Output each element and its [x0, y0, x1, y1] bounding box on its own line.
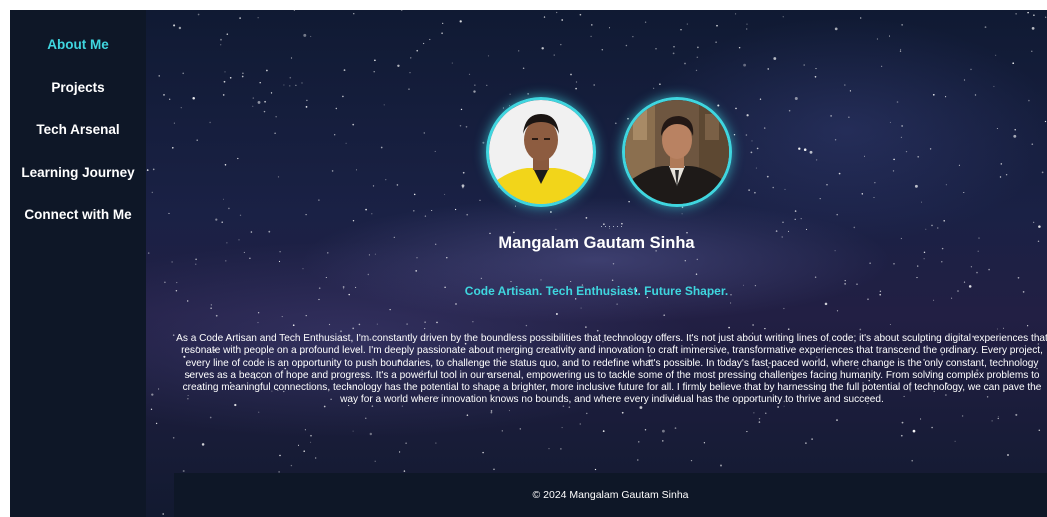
star-dots: [146, 10, 1047, 517]
decorative-dots: ······: [600, 221, 624, 231]
profile-bio: As a Code Artisan and Tech Enthusiast, I…: [176, 333, 1047, 406]
profile-photo-suit: [622, 97, 732, 207]
footer-copyright: © 2024 Mangalam Gautam Sinha: [532, 489, 689, 501]
nav-about-me[interactable]: About Me: [10, 37, 146, 52]
footer: © 2024 Mangalam Gautam Sinha: [174, 473, 1047, 517]
nav-connect-with-me[interactable]: Connect with Me: [10, 207, 146, 222]
nav-tech-arsenal[interactable]: Tech Arsenal: [10, 122, 146, 137]
nav-learning-journey[interactable]: Learning Journey: [10, 165, 146, 180]
profile-name: Mangalam Gautam Sinha: [498, 234, 695, 252]
profile-tagline: Code Artisan. Tech Enthusiast. Future Sh…: [464, 284, 729, 298]
sidebar: About Me Projects Tech Arsenal Learning …: [10, 10, 146, 517]
nav-projects[interactable]: Projects: [10, 80, 146, 95]
page: About Me Projects Tech Arsenal Learning …: [10, 10, 1047, 517]
starfield-background: [146, 10, 1047, 517]
profile-photo-yellow-shirt: [486, 97, 596, 207]
